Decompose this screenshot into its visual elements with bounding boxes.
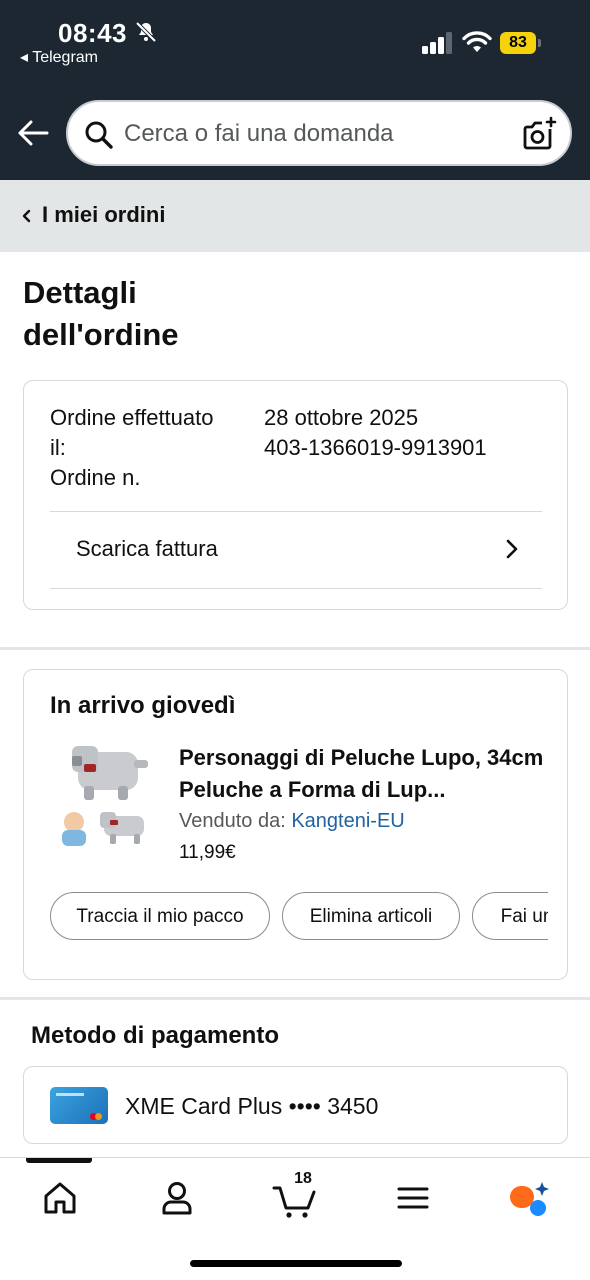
order-number-label: Ordine n. [50, 465, 141, 490]
menu-icon [397, 1187, 429, 1209]
product-image[interactable] [54, 742, 160, 852]
home-indicator [190, 1260, 402, 1267]
card-brand-dot-orange [95, 1113, 102, 1120]
delivery-status-title: In arrivo giovedì [50, 692, 236, 719]
nav-menu[interactable] [388, 1176, 438, 1220]
section-separator [0, 647, 590, 650]
payment-card-label: XME Card Plus •••• 3450 [125, 1093, 379, 1119]
track-package-button[interactable]: Traccia il mio pacco [50, 892, 270, 940]
payment-method-card[interactable]: XME Card Plus •••• 3450 [23, 1066, 568, 1144]
order-date-value: 28 ottobre 2025 [264, 405, 419, 430]
product-title[interactable]: Personaggi di Peluche Lupo, 34cm Peluche… [179, 742, 549, 806]
order-info-card: Ordine effettuato il: Ordine n. 28 ottob… [23, 380, 568, 610]
order-date-label: Ordine effettuato il: [50, 405, 214, 460]
battery-tip [538, 39, 541, 47]
battery-indicator: 83 [500, 32, 542, 54]
divider [50, 588, 542, 589]
back-to-telegram[interactable]: ◂ Telegram [20, 47, 98, 67]
more-action-button[interactable]: Fai un [472, 892, 548, 940]
camera-search-icon[interactable] [522, 116, 558, 152]
credit-card-icon [50, 1087, 108, 1124]
wifi-icon [462, 31, 492, 52]
nav-home[interactable] [35, 1176, 85, 1220]
chevron-right-icon [506, 539, 518, 559]
home-icon [44, 1182, 76, 1214]
download-invoice-row[interactable]: Scarica fattura [50, 512, 542, 588]
payment-section-title: Metodo di pagamento [31, 1022, 279, 1049]
delete-items-button[interactable]: Elimina articoli [282, 892, 460, 940]
top-bar: 08:43 ◂ Telegram 83 [0, 0, 590, 180]
delivery-actions: Traccia il mio pacco Elimina articoli Fa… [50, 892, 548, 942]
nav-rufus[interactable] [503, 1176, 553, 1220]
card-bank-mark [56, 1093, 84, 1096]
product-price: 11,99€ [179, 842, 236, 863]
search-icon [85, 121, 113, 149]
back-arrow-icon[interactable] [16, 116, 50, 150]
sold-by: Venduto da: Kangteni-EU [179, 810, 405, 833]
page-title: Dettagli dell'ordine [23, 275, 179, 352]
bell-muted-icon [135, 21, 157, 43]
sold-by-label: Venduto da: [179, 810, 292, 832]
chevron-left-icon [22, 209, 31, 223]
breadcrumb[interactable]: I miei ordini [0, 180, 590, 252]
order-labels: Ordine effettuato il: Ordine n. [50, 403, 230, 493]
section-separator [0, 997, 590, 1000]
search-bar[interactable] [66, 100, 572, 166]
download-invoice-label[interactable]: Scarica fattura [76, 536, 218, 562]
search-input[interactable] [124, 114, 504, 154]
battery-level: 83 [500, 32, 536, 54]
status-time: 08:43 [58, 18, 127, 48]
active-tab-indicator [26, 1158, 92, 1163]
rufus-icon [510, 1182, 549, 1216]
nav-account[interactable] [152, 1176, 202, 1220]
breadcrumb-label[interactable]: I miei ordini [42, 202, 165, 228]
delivery-card: In arrivo giovedì Personaggi di Peluche … [23, 669, 568, 980]
seller-link[interactable]: Kangteni-EU [291, 810, 404, 832]
nav-cart[interactable]: 18 [270, 1170, 320, 1220]
cart-icon [272, 1186, 316, 1218]
signal-icon [422, 32, 452, 54]
order-number-value: 403-1366019-9913901 [264, 435, 487, 460]
account-icon [162, 1182, 192, 1215]
